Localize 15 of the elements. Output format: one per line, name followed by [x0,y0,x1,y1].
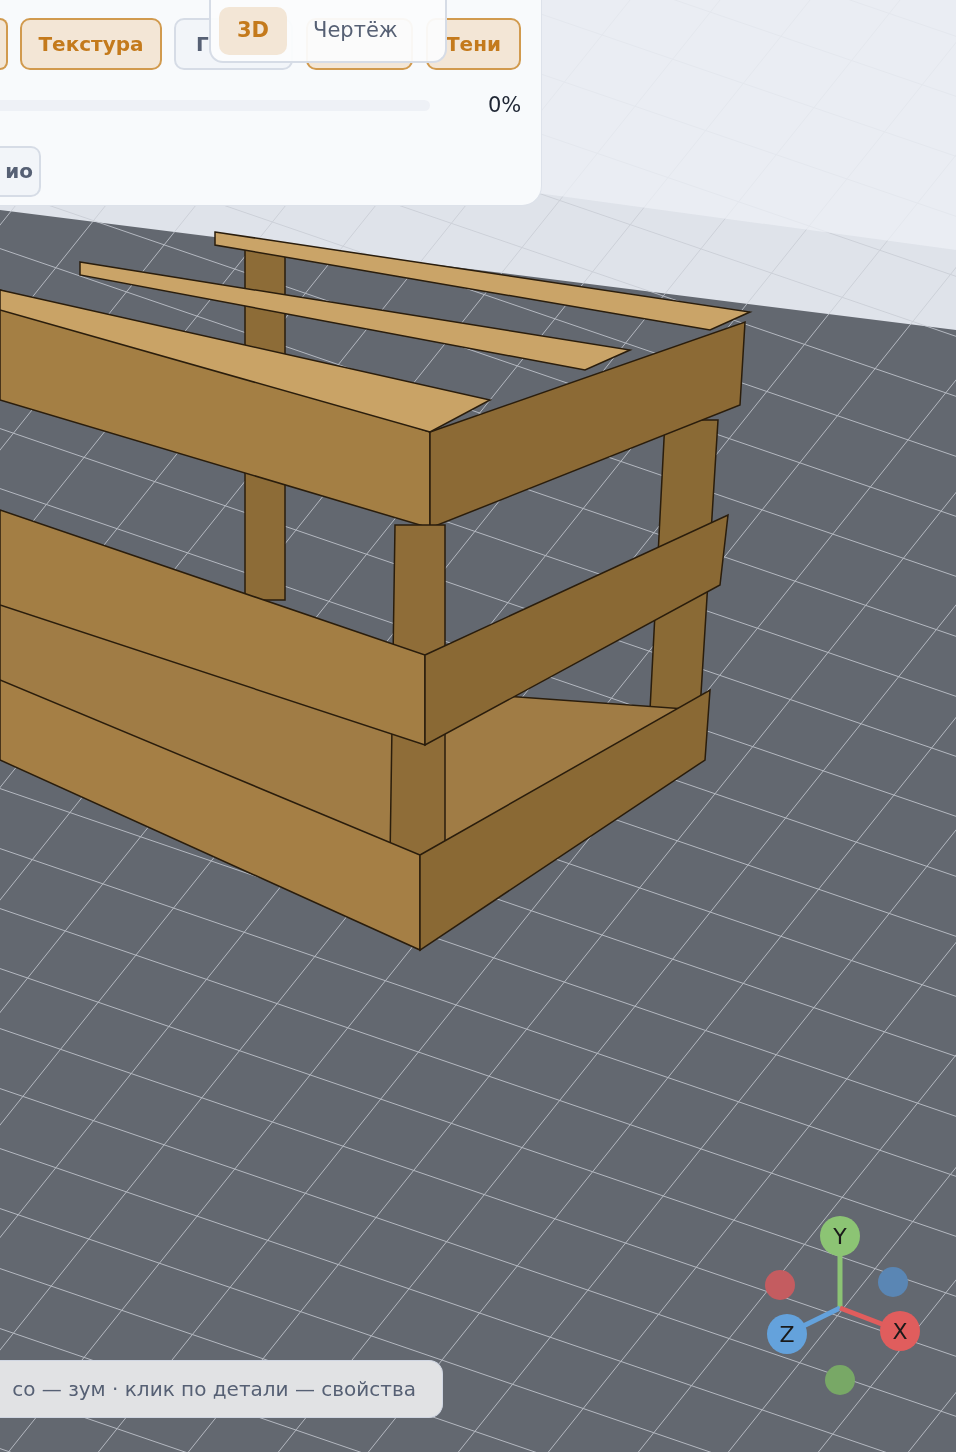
axis-dot[interactable] [878,1267,908,1297]
hint-text: со — зум · клик по детали — свойства [12,1376,416,1403]
axis-label: Z [779,1322,795,1347]
axis-label: X [892,1319,908,1344]
progress-reading: 0% [488,92,522,119]
axis-dot[interactable] [765,1270,795,1300]
view-tab[interactable]: Чертёж [295,6,416,55]
toggle-chip[interactable] [0,18,8,70]
axis-dot[interactable] [825,1365,855,1395]
axis-dot[interactable] [880,1311,920,1351]
axis-label: Y [833,1224,847,1249]
axis-gizmo[interactable]: Y Z X [762,1214,924,1396]
panel-button[interactable]: ио [0,145,41,197]
axis-dot[interactable] [820,1216,860,1256]
axis-dot[interactable] [767,1314,807,1354]
